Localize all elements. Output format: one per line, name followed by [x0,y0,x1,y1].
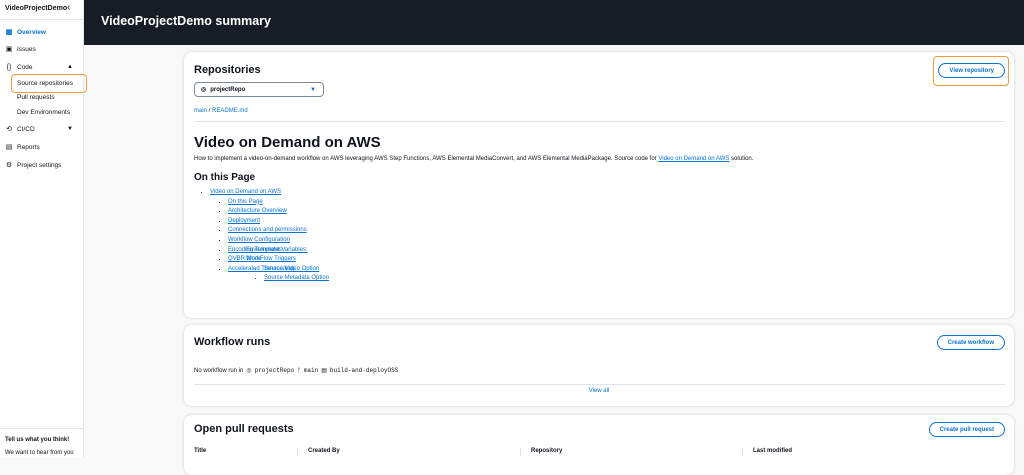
sidebar: VideoProjectDemo ‹ ▦ Overview ▣ Issues {} C… [0,0,87,457]
readme-heading: Video on Demand on AWS [194,134,381,151]
table-of-contents: Video on Demand on AWS On this Page Arch… [210,188,329,281]
view-all-link[interactable]: View all [184,388,1014,394]
create-workflow-button[interactable]: Create workflow [936,335,1005,350]
toc-link[interactable]: Architecture Overview [228,208,287,214]
pull-requests-title: Open pull requests [194,423,294,435]
project-title: VideoProjectDemo [5,5,68,12]
repositories-card: Repositories View repository ◎ projectRep… [184,52,1014,318]
code-icon: {} [6,63,12,71]
toc-link[interactable]: Deployment [228,218,260,224]
dropdown-caret-icon: ▼ [310,86,316,93]
sidebar-item-overview[interactable]: ▦ Overview [5,26,46,38]
toc-link[interactable]: Source Metadata Option [264,275,329,281]
feedback-title: Tell us what you think! [5,437,70,443]
grid-icon: ▦ [5,29,13,36]
sidebar-item-label: CI/CD [17,125,35,133]
page-title: VideoProjectDemo summary [101,14,271,28]
selected-repo: projectRepo [210,86,246,93]
workflow-icon: ▤ [321,368,327,374]
repository-select[interactable]: ◎ projectRepo ▼ [194,82,324,97]
sidebar-item-code[interactable]: {} Code [5,61,33,73]
toc-link[interactable]: Accelerated Transcoding [228,266,294,272]
toc-link[interactable]: Video on Demand on AWS [210,189,281,195]
divider [194,384,1005,385]
sidebar-item-label: Project settings [17,161,62,169]
column-header-last-modified[interactable]: Last modified [742,448,792,456]
sidebar-item-label: Code [17,63,33,71]
highlight-view-repository [933,56,1009,86]
column-header-title[interactable]: Title [184,448,206,456]
sidebar-item-label: Overview [17,28,46,36]
branch-icon: ᚠ [297,367,301,374]
divider [0,428,84,429]
page-header: VideoProjectDemo summary [84,0,1024,45]
readme-intro-link[interactable]: Video on Demand on AWS [658,156,729,162]
divider [0,19,84,20]
open-pull-requests-card: Open pull requests Create pull request T… [184,415,1014,475]
toc-link[interactable]: Encoding Templates [228,247,282,253]
workflow-runs-card: Workflow runs Create workflow No workflo… [184,325,1014,406]
cicd-icon: ⟲ [6,126,12,133]
issues-icon: ▣ [5,46,13,53]
sidebar-item-cicd[interactable]: ⟲ CI/CD [5,123,35,135]
toc-link[interactable]: QVBR Mode [228,256,262,262]
readme-intro: How to implement a video-on-demand workf… [194,156,754,162]
toc-link[interactable]: Workflow Configuration [228,237,290,243]
readme-subheading: On this Page [194,172,256,183]
collapse-sidebar-icon[interactable]: ‹ [67,2,70,13]
sidebar-item-label: Issues [17,45,36,53]
sidebar-item-reports[interactable]: ▤ Reports [5,141,40,153]
reports-icon: ▤ [5,144,13,151]
sidebar-item-label: Reports [17,143,40,151]
repositories-title: Repositories [194,64,261,76]
column-header-repository[interactable]: Repository [520,448,562,456]
file-link[interactable]: README.md [212,108,248,114]
caret-up-icon[interactable]: ▲ [67,64,73,70]
toc-link[interactable]: Connections and permissions [228,227,307,233]
breadcrumb: main / README.md [194,108,248,114]
repo-icon: ◎ [201,87,207,93]
sidebar-item-source-repositories[interactable]: Source repositories [17,78,73,90]
create-pull-request-button[interactable]: Create pull request [928,422,1005,437]
sidebar-item-issues[interactable]: ▣ Issues [5,43,36,55]
branch-link[interactable]: main [194,108,207,114]
feedback-text: We want to hear from you [5,450,74,456]
sidebar-item-project-settings[interactable]: ⚙ Project settings [5,159,62,171]
gear-icon: ⚙ [5,162,13,169]
repo-icon: ◎ [246,368,252,374]
toc-link[interactable]: On this Page [228,199,263,205]
column-header-created-by[interactable]: Created By [297,448,340,456]
divider [194,121,1005,122]
workflow-runs-title: Workflow runs [194,336,271,348]
sidebar-item-pull-requests[interactable]: Pull requests [17,92,55,104]
caret-down-icon[interactable]: ▼ [67,126,73,132]
workflow-empty-message: No workflow run in ◎ projectRepo ᚠ main ▤ b… [194,367,399,374]
sidebar-item-dev-environments[interactable]: Dev Environments [17,107,70,119]
